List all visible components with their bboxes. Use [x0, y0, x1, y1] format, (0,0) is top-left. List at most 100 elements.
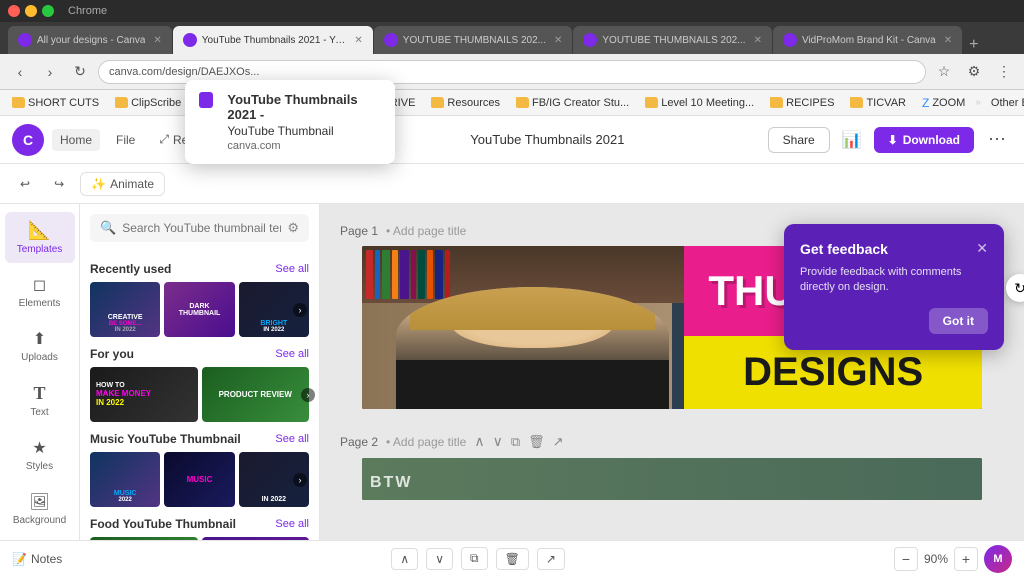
share-button[interactable]: Share [768, 127, 830, 153]
feedback-refresh-button[interactable]: ↻ [1006, 274, 1024, 302]
templates-icon: 📐 [28, 220, 50, 241]
page-delete-icon[interactable]: 🗑 [528, 434, 545, 450]
new-tab-button[interactable]: + [963, 36, 984, 54]
elements-icon: ◻ [33, 275, 46, 295]
bookmark-label: SHORT CUTS [28, 97, 99, 109]
canva-logo-text: C [23, 132, 33, 148]
page-copy-icon[interactable]: ⧉ [511, 434, 520, 450]
page-share-icon[interactable]: ↗ [553, 434, 564, 450]
bookmark-resources[interactable]: Resources [425, 95, 506, 111]
minimize-window-button[interactable] [25, 5, 37, 17]
sidebar-item-templates[interactable]: 📐 Templates [5, 212, 75, 263]
template-music-2[interactable]: MUSIC [164, 452, 234, 507]
traffic-lights [8, 5, 54, 17]
search-input[interactable] [122, 221, 281, 235]
analytics-button[interactable]: 📊 [838, 126, 866, 154]
sidebar-item-styles[interactable]: ★ Styles [5, 430, 75, 480]
tab-vidpromom[interactable]: VidProMom Brand Kit - Canva ✕ [773, 26, 962, 54]
filter-icon[interactable]: ⚙ [287, 220, 299, 236]
music-see-all[interactable]: See all [275, 433, 309, 445]
canvas-area[interactable]: Page 1 • Add page title [320, 204, 1024, 540]
page-prev-button[interactable]: ∧ [391, 548, 418, 570]
template-thumb-2[interactable]: DARK THUMBNAIL [164, 282, 234, 337]
bookmark-zoom[interactable]: Z ZOOM [916, 94, 971, 112]
bookmark-fb-ig[interactable]: FB/IG Creator Stu... [510, 95, 635, 111]
add-page-title-1[interactable]: • Add page title [386, 224, 466, 238]
sidebar-item-uploads[interactable]: ⬆ Uploads [5, 321, 75, 371]
tab-youtube-2[interactable]: YOUTUBE THUMBNAILS 202... ✕ [374, 26, 573, 54]
refresh-button[interactable]: ↻ [68, 60, 92, 84]
back-button[interactable]: ‹ [8, 60, 32, 84]
template-food-2[interactable]: Culinary [202, 537, 310, 540]
template-nav-icon[interactable]: › [293, 303, 307, 317]
template-food-1[interactable]: HEALTHY FOOD [90, 537, 198, 540]
template-thumb-3[interactable]: BRIGHT IN 2022 › [239, 282, 309, 337]
undo-button[interactable]: ↩ [12, 173, 38, 195]
search-box[interactable]: 🔍 ⚙ [90, 214, 309, 242]
music-nav-icon[interactable]: › [293, 473, 307, 487]
close-window-button[interactable] [8, 5, 20, 17]
template-thumb-1[interactable]: CREATIVE BE SOME... IN 2022 [90, 282, 160, 337]
extensions-button[interactable]: ⚙ [962, 60, 986, 84]
bookmark-recipes[interactable]: RECIPES [764, 95, 840, 111]
food-see-all[interactable]: See all [275, 518, 309, 530]
page-copy-button[interactable]: ⧉ [461, 547, 488, 570]
menu-button[interactable]: ⋮ [992, 60, 1016, 84]
for-you-see-all[interactable]: See all [275, 348, 309, 360]
tab-close-2-icon[interactable]: ✕ [554, 35, 562, 46]
canvas-page-2[interactable]: BTW [362, 458, 982, 500]
tab-youtube-thumbnails-active[interactable]: YouTube Thumbnails 2021 - Yu... ✕ [173, 26, 373, 54]
page-delete-button[interactable]: 🗑 [496, 548, 529, 570]
page-next-button[interactable]: ∨ [426, 548, 453, 570]
got-it-button[interactable]: Got it [929, 308, 988, 334]
bookmark-label-other: Other Bookmarks [991, 97, 1024, 109]
food-title: Food YouTube Thumbnail [90, 517, 236, 531]
sidebar-icons: 📐 Templates ◻ Elements ⬆ Uploads T Text … [0, 204, 80, 540]
page-up-icon[interactable]: ∧ [474, 433, 484, 450]
template-music-3[interactable]: IN 2022 › [239, 452, 309, 507]
music-title: Music YouTube Thumbnail [90, 432, 241, 446]
template-for-you-1[interactable]: HOW TO MAKE MONEY IN 2022 [90, 367, 198, 422]
user-avatar[interactable]: M [984, 545, 1012, 573]
feedback-close-button[interactable]: ✕ [976, 240, 988, 257]
tab-close-active-icon[interactable]: ✕ [354, 35, 362, 46]
bookmark-ticvar[interactable]: TICVAR [844, 95, 912, 111]
sidebar-item-elements[interactable]: ◻ Elements [5, 267, 75, 317]
home-button[interactable]: Home [52, 129, 100, 151]
file-button[interactable]: File [108, 129, 143, 151]
tab-close-3-icon[interactable]: ✕ [754, 35, 762, 46]
tab-youtube-3[interactable]: YOUTUBE THUMBNAILS 202... ✕ [573, 26, 772, 54]
more-options-button[interactable]: ⋯ [982, 125, 1012, 154]
bookmark-other[interactable]: Other Bookmarks [985, 95, 1024, 111]
template-for-you-2[interactable]: PRODUCT REVIEW [202, 367, 310, 422]
maximize-window-button[interactable] [42, 5, 54, 17]
add-page-title-2[interactable]: • Add page title [386, 435, 466, 449]
zoom-out-button[interactable]: − [894, 547, 918, 571]
tab-all-designs[interactable]: All your designs - Canva ✕ [8, 26, 172, 54]
template-music-1[interactable]: MUSIC 2022 [90, 452, 160, 507]
sidebar-item-text[interactable]: T Text [5, 375, 75, 426]
tab-close-icon[interactable]: ✕ [153, 35, 161, 46]
for-you-nav-icon[interactable]: › [301, 388, 315, 402]
navigation-bar: ‹ › ↻ canva.com/design/DAEJXOs... ☆ ⚙ ⋮ [0, 54, 1024, 90]
tab-label-active: YouTube Thumbnails 2021 - Yu... [202, 35, 347, 46]
download-button[interactable]: ⬇ Download [874, 127, 974, 153]
page-export-button[interactable]: ↗ [537, 548, 565, 570]
tooltip-url: canva.com [227, 140, 381, 152]
animate-button[interactable]: ✨ Animate [80, 172, 165, 196]
forward-button[interactable]: › [38, 60, 62, 84]
sidebar-item-background[interactable]: 🖼 Background [5, 484, 75, 534]
notes-button[interactable]: 📝 Notes [12, 552, 62, 566]
canva-logo[interactable]: C [12, 124, 44, 156]
bookmark-clipscribe[interactable]: ClipScribe [109, 95, 187, 111]
styles-label: Styles [26, 461, 53, 472]
tab-close-4-icon[interactable]: ✕ [944, 35, 952, 46]
bookmark-shortcuts[interactable]: SHORT CUTS [6, 95, 105, 111]
zoom-in-button[interactable]: + [954, 547, 978, 571]
tooltip-subtitle: YouTube Thumbnail [227, 124, 381, 138]
redo-button[interactable]: ↪ [46, 173, 72, 195]
bookmark-button[interactable]: ☆ [932, 60, 956, 84]
bookmark-level10[interactable]: Level 10 Meeting... [639, 95, 760, 111]
recently-used-see-all[interactable]: See all [275, 263, 309, 275]
page-down-icon[interactable]: ∨ [493, 433, 503, 450]
